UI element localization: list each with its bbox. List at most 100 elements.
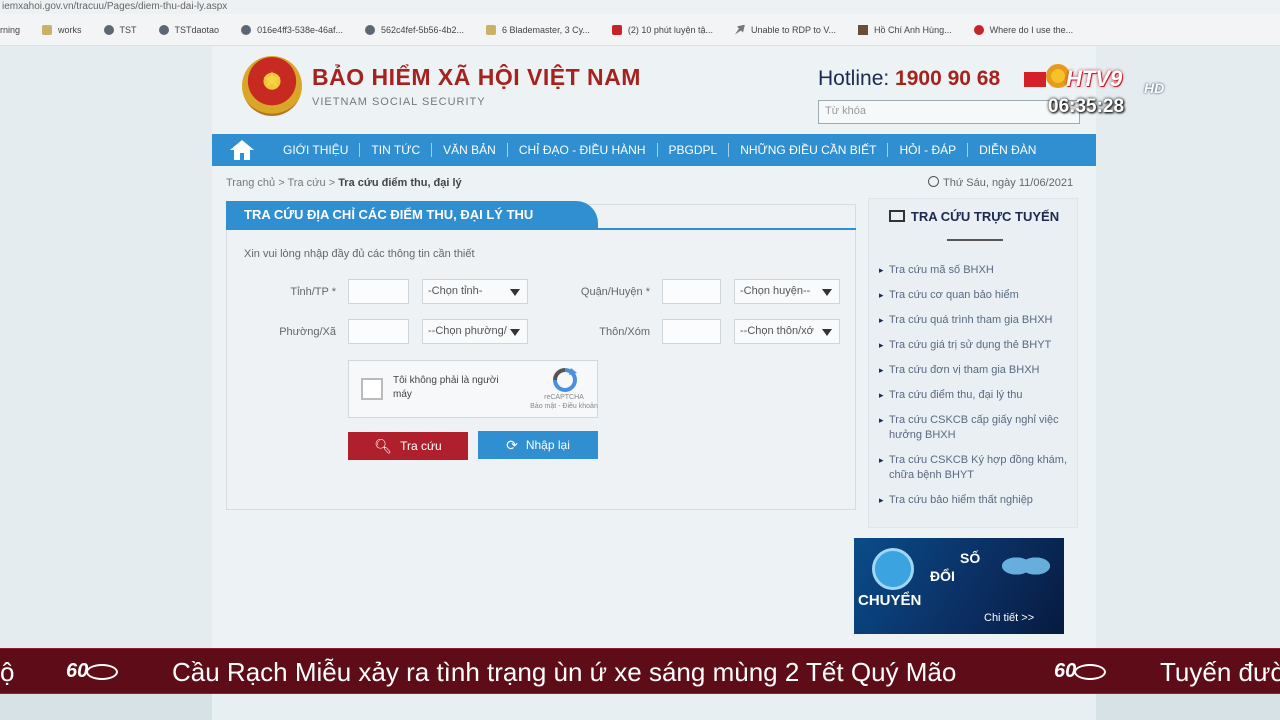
sidebar-divider bbox=[947, 239, 1003, 241]
bookmark-label: Hồ Chí Anh Hùng... bbox=[874, 24, 952, 35]
site-title[interactable]: BẢO HIỂM XÃ HỘI VIỆT NAM bbox=[312, 64, 641, 91]
digital-transformation-banner[interactable]: SỐ ĐỔI CHUYỂN Chi tiết >> bbox=[854, 538, 1064, 634]
butterfly-icon bbox=[1002, 546, 1050, 586]
ticker-headline: Cầu Rạch Miễu xảy ra tình trạng ùn ứ xe … bbox=[172, 657, 957, 687]
bookmark-item[interactable]: 562c4fef-5b56-4b2... bbox=[364, 24, 464, 35]
monitor-icon bbox=[888, 210, 905, 222]
bookmark-label: 6 Blademaster, 3 Cy... bbox=[502, 24, 590, 35]
bookmark-item[interactable]: Unable to RDP to V... bbox=[734, 24, 837, 35]
ward-select-value: --Chọn phường/ bbox=[428, 325, 507, 337]
bookmark-item[interactable]: (2) 10 phút luyện tậ... bbox=[611, 24, 713, 35]
date-text: Thứ Sáu, ngày 11/06/2021 bbox=[943, 177, 1074, 189]
sidebar-link[interactable]: Tra cứu điểm thu, đại lý thu bbox=[879, 388, 1075, 403]
recaptcha-terms[interactable]: Bảo mật - Điều khoản bbox=[530, 403, 598, 410]
banner-word: ĐỔI bbox=[930, 568, 955, 584]
clock-icon bbox=[928, 176, 939, 187]
banner-word: CHUYỂN bbox=[858, 592, 922, 609]
bookmark-label: Unable to RDP to V... bbox=[750, 24, 837, 35]
sidebar-link[interactable]: Tra cứu CSKCB cấp giấy nghỉ việc hưởng B… bbox=[879, 413, 1075, 443]
ticker-logo-text: 60 bbox=[66, 660, 89, 682]
bookmark-item[interactable]: rning bbox=[0, 25, 20, 35]
reset-button[interactable]: ⟳ Nhập lại bbox=[478, 431, 598, 459]
bookmark-item[interactable]: works bbox=[42, 24, 82, 35]
ward-select[interactable]: --Chọn phường/ bbox=[422, 319, 528, 344]
nav-item-gioi-thieu[interactable]: GIỚI THIỆU bbox=[272, 143, 359, 157]
recaptcha-label: Tôi không phải là người máy bbox=[393, 375, 499, 400]
district-label: Quận/Huyện * bbox=[580, 286, 650, 298]
nav-item-hoi-dap[interactable]: HỎI - ĐÁP bbox=[887, 143, 967, 157]
globe-icon bbox=[158, 24, 169, 35]
bookmark-item[interactable]: 016e4ff3-538e-46af... bbox=[241, 24, 343, 35]
main-nav: GIỚI THIỆU TIN TỨC VĂN BẢN CHỈ ĐẠO - ĐIỀ… bbox=[212, 134, 1096, 166]
recaptcha-checkbox[interactable] bbox=[361, 378, 383, 400]
breadcrumb-home[interactable]: Trang chủ bbox=[226, 177, 275, 189]
recaptcha-brand: reCAPTCHA Bảo mật - Điều khoản bbox=[529, 393, 599, 411]
breadcrumb-section[interactable]: Tra cứu bbox=[287, 177, 325, 189]
sidebar-title-text: TRA CỨU TRỰC TUYẾN bbox=[910, 209, 1060, 224]
chevron-down-icon bbox=[510, 289, 520, 296]
sidebar-title: TRA CỨU TRỰC TUYẾN bbox=[869, 209, 1079, 224]
province-select[interactable]: -Chọn tỉnh- bbox=[422, 279, 528, 304]
bookmark-item[interactable]: Where do I use the... bbox=[973, 24, 1073, 35]
address-bar[interactable]: iemxahoi.gov.vn/tracuu/Pages/diem-thu-da… bbox=[0, 0, 1280, 14]
bookmarks-bar: rning works TST TSTdaotao 016e4ff3-538e-… bbox=[0, 14, 1280, 46]
province-select-value: -Chọn tỉnh- bbox=[428, 285, 483, 297]
recaptcha-widget: Tôi không phải là người máy reCAPTCHA Bảo… bbox=[348, 360, 598, 418]
bookmark-item[interactable]: 6 Blademaster, 3 Cy... bbox=[486, 24, 590, 35]
province-code-input[interactable] bbox=[348, 279, 409, 304]
nav-item-chi-dao[interactable]: CHỈ ĐẠO - ĐIỀU HÀNH bbox=[506, 143, 657, 157]
sidebar-link[interactable]: Tra cứu mã số BHXH bbox=[879, 263, 1075, 278]
ward-label: Phường/Xã bbox=[279, 326, 336, 338]
online-lookup-sidebar: TRA CỨU TRỰC TUYẾN Tra cứu mã số BHXH Tr… bbox=[868, 198, 1078, 528]
district-select-value: -Chọn huyện-- bbox=[740, 285, 811, 297]
sidebar-link[interactable]: Tra cứu quá trình tham gia BHXH bbox=[879, 313, 1075, 328]
nav-item-van-ban[interactable]: VĂN BẢN bbox=[431, 143, 507, 157]
page-bottom-edge bbox=[212, 694, 1096, 720]
district-code-input[interactable] bbox=[662, 279, 721, 304]
globe-icon bbox=[241, 24, 252, 35]
refresh-icon: ⟳ bbox=[506, 436, 518, 453]
form-instruction: Xin vui lòng nhập đầy đủ các thông tin c… bbox=[244, 248, 475, 260]
search-button[interactable]: 🔍︎ Tra cứu bbox=[348, 432, 468, 460]
sidebar-link[interactable]: Tra cứu giá trị sử dụng thẻ BHYT bbox=[879, 338, 1075, 353]
nav-item-tin-tuc[interactable]: TIN TỨC bbox=[359, 143, 431, 157]
ward-code-input[interactable] bbox=[348, 319, 409, 344]
current-date: Thứ Sáu, ngày 11/06/2021 bbox=[928, 176, 1073, 189]
ticker-logo-icon: 60 bbox=[66, 660, 120, 683]
recaptcha-icon bbox=[553, 368, 577, 392]
site-header: BẢO HIỂM XÃ HỘI VIỆT NAM VIETNAM SOCIAL … bbox=[212, 46, 1096, 134]
bookmark-item[interactable]: Hồ Chí Anh Hùng... bbox=[858, 24, 952, 35]
chevron-down-icon bbox=[822, 329, 832, 336]
arrow-icon bbox=[734, 24, 745, 35]
national-emblem-logo[interactable] bbox=[242, 56, 302, 116]
nav-item-pbgdpl[interactable]: PBGDPL bbox=[656, 143, 729, 157]
hotline: Hotline: 1900 90 68 bbox=[818, 67, 1000, 91]
red-circle-icon bbox=[973, 24, 984, 35]
hd-badge: HD bbox=[1144, 80, 1165, 96]
youtube-icon bbox=[611, 24, 622, 35]
bookmark-label: rning bbox=[0, 24, 21, 35]
nav-item-nhung-dieu[interactable]: NHỮNG ĐIỀU CẦN BIẾT bbox=[728, 143, 887, 157]
nav-item-dien-dan[interactable]: DIỄN ĐÀN bbox=[967, 143, 1047, 157]
search-icon: 🔍︎ bbox=[374, 437, 393, 454]
form-title: TRA CỨU ĐỊA CHỈ CÁC ĐIỂM THU, ĐẠI LÝ THU bbox=[226, 201, 598, 229]
sidebar-link[interactable]: Tra cứu cơ quan bảo hiểm bbox=[879, 288, 1075, 303]
bookmark-label: TSTdaotao bbox=[174, 24, 220, 35]
province-label: Tỉnh/TP * bbox=[290, 286, 336, 298]
village-code-input[interactable] bbox=[662, 319, 721, 344]
banner-word: SỐ bbox=[960, 550, 981, 566]
search-input[interactable]: Từ khóa bbox=[818, 100, 1080, 124]
sidebar-link[interactable]: Tra cứu CSKCB Ký hợp đồng khám, chữa bện… bbox=[879, 453, 1075, 483]
chevron-down-icon bbox=[822, 289, 832, 296]
ticker-next-headline: Tuyến đườ bbox=[1160, 657, 1280, 687]
hotline-label: Hotline: bbox=[818, 67, 890, 90]
sidebar-link[interactable]: Tra cứu đơn vị tham gia BHXH bbox=[879, 363, 1075, 378]
bookmark-item[interactable]: TST bbox=[103, 24, 137, 35]
reset-button-label: Nhập lại bbox=[525, 438, 570, 452]
bookmark-item[interactable]: TSTdaotao bbox=[158, 24, 220, 35]
sidebar-link[interactable]: Tra cứu bảo hiểm thất nghiệp bbox=[879, 493, 1075, 508]
banner-link[interactable]: Chi tiết >> bbox=[984, 612, 1034, 624]
district-select[interactable]: -Chọn huyện-- bbox=[734, 279, 840, 304]
home-icon[interactable] bbox=[212, 134, 272, 166]
village-select[interactable]: --Chọn thôn/xớ bbox=[734, 319, 840, 344]
